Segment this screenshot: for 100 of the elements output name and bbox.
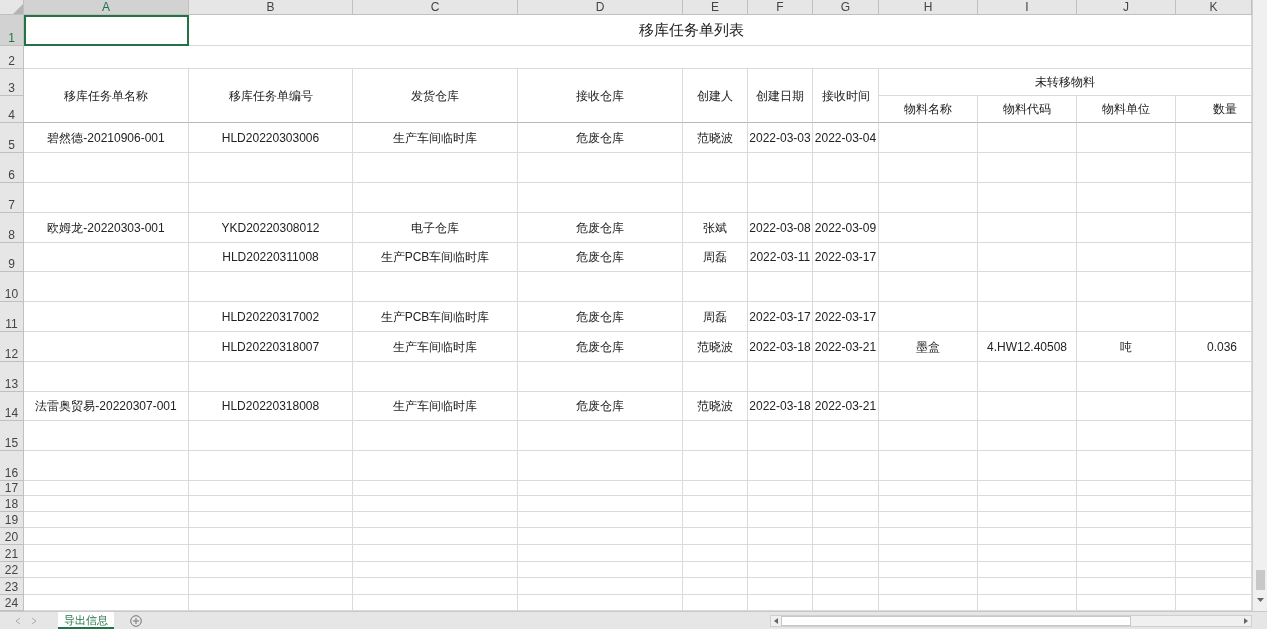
- empty-cell: [813, 578, 879, 595]
- table-cell: 危废仓库: [518, 392, 683, 421]
- table-cell: 2022-03-11: [748, 243, 813, 272]
- empty-cell: [748, 451, 813, 481]
- table-cell: 2022-03-09: [813, 213, 879, 243]
- row-header[interactable]: 4: [0, 96, 24, 123]
- header-cell: 创建人: [683, 69, 748, 123]
- row-header[interactable]: 2: [0, 46, 24, 69]
- sheet-tab[interactable]: 导出信息: [58, 612, 114, 629]
- row-header[interactable]: 12: [0, 332, 24, 362]
- empty-cell: [683, 496, 748, 512]
- empty-cell: [813, 512, 879, 528]
- empty-cell: [813, 421, 879, 451]
- table-cell: 周磊: [683, 302, 748, 332]
- table-cell: 2022-03-17: [813, 302, 879, 332]
- empty-cell: [683, 451, 748, 481]
- previous-sheet-icon[interactable]: [16, 617, 20, 624]
- column-header[interactable]: B: [189, 0, 353, 15]
- row-header[interactable]: 21: [0, 545, 24, 562]
- row-header[interactable]: 22: [0, 562, 24, 578]
- empty-cell: [683, 578, 748, 595]
- table-cell: 危废仓库: [518, 243, 683, 272]
- next-sheet-icon[interactable]: [32, 617, 36, 624]
- table-cell: 范晓波: [683, 332, 748, 362]
- column-header[interactable]: F: [748, 0, 813, 15]
- scroll-right-icon[interactable]: [1244, 617, 1248, 624]
- column-header[interactable]: K: [1176, 0, 1252, 15]
- scrollbar-thumb[interactable]: [1255, 570, 1265, 590]
- empty-cell: [813, 183, 879, 213]
- row-header[interactable]: 8: [0, 213, 24, 243]
- column-header[interactable]: A: [24, 0, 189, 15]
- table-cell: 欧姆龙-20220303-001: [24, 213, 189, 243]
- row-header[interactable]: 20: [0, 528, 24, 545]
- table-cell: 张斌: [683, 213, 748, 243]
- row-header[interactable]: 16: [0, 451, 24, 481]
- table-cell: 2022-03-17: [813, 243, 879, 272]
- empty-cell: [683, 528, 748, 545]
- empty-cell: [813, 272, 879, 302]
- scroll-left-icon[interactable]: [774, 617, 778, 624]
- empty-cell: [748, 512, 813, 528]
- row-header[interactable]: 1: [0, 15, 24, 46]
- empty-cell: [683, 545, 748, 562]
- scroll-down-icon[interactable]: [1256, 598, 1264, 602]
- table-cell: 危废仓库: [518, 123, 683, 153]
- empty-cell: [683, 421, 748, 451]
- empty-cell: [683, 272, 748, 302]
- add-sheet-icon[interactable]: [130, 614, 142, 627]
- row-header[interactable]: 23: [0, 578, 24, 595]
- selected-cell[interactable]: [24, 15, 189, 46]
- table-cell: 法雷奥贸易-20220307-001: [24, 392, 189, 421]
- scrollbar-thumb[interactable]: [781, 615, 1131, 626]
- table-cell: 2022-03-18: [748, 392, 813, 421]
- empty-cell: [748, 578, 813, 595]
- empty-cell: [813, 451, 879, 481]
- row-header[interactable]: 11: [0, 302, 24, 332]
- sheet-title: 移库任务单列表: [639, 19, 744, 40]
- row-header[interactable]: 5: [0, 123, 24, 153]
- empty-cell: [748, 562, 813, 578]
- row-header[interactable]: 13: [0, 362, 24, 392]
- row-header[interactable]: 6: [0, 153, 24, 183]
- empty-cell: [813, 528, 879, 545]
- empty-cell: [748, 272, 813, 302]
- column-header[interactable]: E: [683, 0, 748, 15]
- table-cell: HLD20220318008: [189, 392, 353, 421]
- row-header[interactable]: 15: [0, 421, 24, 451]
- row-header[interactable]: 10: [0, 272, 24, 302]
- row-header[interactable]: 17: [0, 481, 24, 496]
- row-header[interactable]: 3: [0, 69, 24, 96]
- empty-cell: [748, 153, 813, 183]
- table-cell: 生产PCB车间临时库: [353, 243, 518, 272]
- table-cell: 生产车间临时库: [353, 332, 518, 362]
- header-cell: 未转移物料: [879, 69, 1252, 96]
- column-header[interactable]: H: [879, 0, 978, 15]
- empty-cell: [683, 362, 748, 392]
- header-cell: 接收时间: [813, 69, 879, 123]
- select-all-triangle-icon[interactable]: [13, 4, 23, 14]
- table-cell: 2022-03-18: [748, 332, 813, 362]
- table-cell: 危废仓库: [518, 332, 683, 362]
- table-cell: 电子仓库: [353, 213, 518, 243]
- column-header[interactable]: J: [1077, 0, 1176, 15]
- table-cell: 2022-03-17: [748, 302, 813, 332]
- column-header[interactable]: I: [978, 0, 1077, 15]
- row-header[interactable]: 14: [0, 392, 24, 421]
- row-header[interactable]: 18: [0, 496, 24, 512]
- column-header[interactable]: D: [518, 0, 683, 15]
- empty-cell: [748, 545, 813, 562]
- row-header[interactable]: 19: [0, 512, 24, 528]
- table-cell: HLD20220317002: [189, 302, 353, 332]
- row-header[interactable]: 9: [0, 243, 24, 272]
- column-header[interactable]: C: [353, 0, 518, 15]
- vertical-scrollbar[interactable]: [1252, 0, 1267, 611]
- column-header[interactable]: G: [813, 0, 879, 15]
- empty-cell: [813, 496, 879, 512]
- header-cell: 移库任务单编号: [189, 69, 353, 123]
- row-header[interactable]: 7: [0, 183, 24, 213]
- header-cell: 物料代码: [978, 96, 1077, 123]
- row-header[interactable]: 24: [0, 595, 24, 611]
- header-cell: 移库任务单名称: [24, 69, 189, 123]
- table-cell: HLD20220311008: [189, 243, 353, 272]
- horizontal-scrollbar[interactable]: [770, 614, 1252, 627]
